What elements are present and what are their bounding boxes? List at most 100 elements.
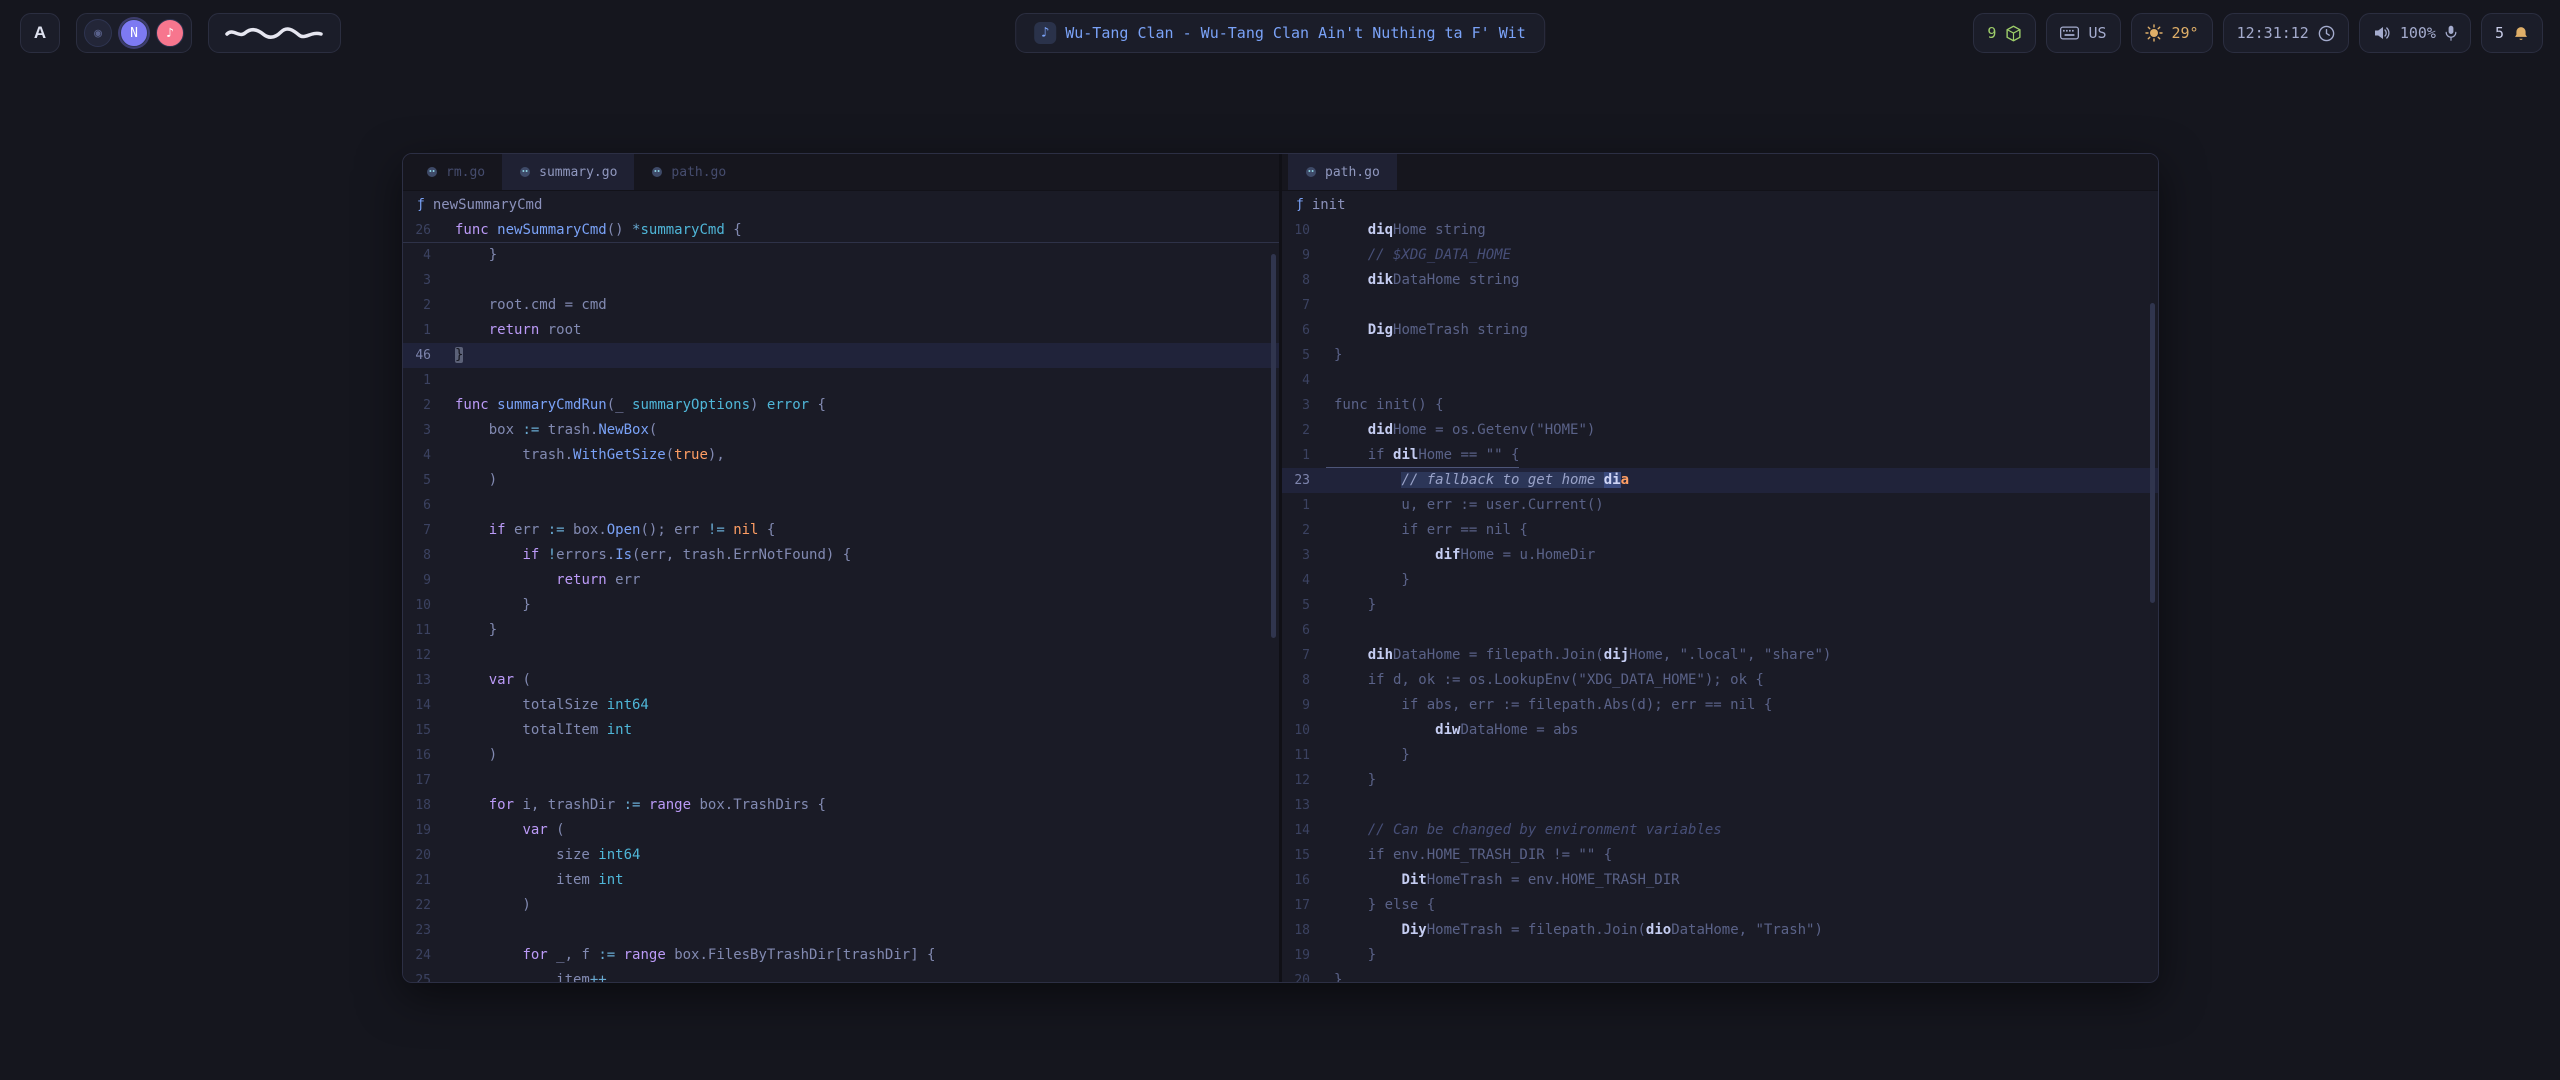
code-line[interactable]: 5 } [1282,593,2158,618]
line-number: 46 [403,343,447,368]
code-line[interactable]: 3 difHome = u.HomeDir [1282,543,2158,568]
code-line[interactable]: 20 size int64 [403,843,1279,868]
tab-summary.go[interactable]: summary.go [502,154,634,190]
workspace-2[interactable]: N [120,19,148,47]
tab-rm.go[interactable]: rm.go [409,154,502,190]
code-line[interactable]: 14 // Can be changed by environment vari… [1282,818,2158,843]
code-line[interactable]: 7 if err := box.Open(); err != nil { [403,518,1279,543]
code-line[interactable]: 20} [1282,968,2158,982]
code-line[interactable]: 8 if !errors.Is(err, trash.ErrNotFound) … [403,543,1279,568]
line-number: 8 [1282,268,1326,293]
code-line[interactable]: 6 [1282,618,2158,643]
code-line[interactable]: 1 u, err := user.Current() [1282,493,2158,518]
line-number: 15 [403,718,447,743]
code-line[interactable]: 13 var ( [403,668,1279,693]
code-line[interactable]: 26func newSummaryCmd() *summaryCmd { [403,218,1279,243]
scrollbar-right[interactable] [2150,303,2155,603]
line-number: 21 [403,868,447,893]
code-line[interactable]: 9 // $XDG_DATA_HOME [1282,243,2158,268]
code-line[interactable]: 8 if d, ok := os.LookupEnv("XDG_DATA_HOM… [1282,668,2158,693]
code-line[interactable]: 1 return root [403,318,1279,343]
code-line[interactable]: 13 [1282,793,2158,818]
code-line[interactable]: 4 [1282,368,2158,393]
code-line[interactable]: 4 } [1282,568,2158,593]
scrollbar-left[interactable] [1271,254,1276,638]
code-line[interactable]: 17 } else { [1282,893,2158,918]
code-line[interactable]: 2 didHome = os.Getenv("HOME") [1282,418,2158,443]
code-line[interactable]: 5 ) [403,468,1279,493]
line-number: 9 [403,568,447,593]
line-number: 18 [403,793,447,818]
code-line[interactable]: 2 if err == nil { [1282,518,2158,543]
updates-pill[interactable]: 9 [1973,13,2036,53]
code-line[interactable]: 5} [1282,343,2158,368]
code-line[interactable]: 6 DigHomeTrash string [1282,318,2158,343]
tab-label: rm.go [446,165,485,180]
keyboard-layout-pill[interactable]: US [2046,13,2120,53]
code-line[interactable]: 8 dikDataHome string [1282,268,2158,293]
line-number: 6 [1282,618,1326,643]
sticky-context-line: 26func newSummaryCmd() *summaryCmd { [403,218,1279,243]
code-line[interactable]: 17 [403,768,1279,793]
code-line[interactable]: 3 box := trash.NewBox( [403,418,1279,443]
code-line[interactable]: 14 totalSize int64 [403,693,1279,718]
go-file-icon [1305,166,1317,178]
code-line[interactable]: 10 } [403,593,1279,618]
code-line[interactable]: 21 item int [403,868,1279,893]
code-line[interactable]: 15 totalItem int [403,718,1279,743]
workspace-3[interactable]: ♪ [156,19,184,47]
breadcrumb-symbol: newSummaryCmd [433,197,543,213]
code-line[interactable]: 46} [403,343,1279,368]
line-number: 16 [1282,868,1326,893]
code-line[interactable]: 9 if abs, err := filepath.Abs(d); err ==… [1282,693,2158,718]
line-number: 4 [403,243,447,268]
code-line[interactable]: 24 for _, f := range box.FilesByTrashDir… [403,943,1279,968]
code-line[interactable]: 11 } [403,618,1279,643]
code-line[interactable]: 6 [403,493,1279,518]
line-number: 4 [1282,568,1326,593]
code-line[interactable]: 9 return err [403,568,1279,593]
function-icon: ƒ [1296,197,1304,212]
volume-value: 100% [2400,24,2436,42]
code-line[interactable]: 12 } [1282,768,2158,793]
code-line[interactable]: 19 var ( [403,818,1279,843]
line-number: 10 [403,593,447,618]
volume-pill[interactable]: 100% [2359,13,2471,53]
tab-bar-left: rm.go summary.gopath.go [403,154,1279,191]
code-line[interactable]: 2 root.cmd = cmd [403,293,1279,318]
code-line[interactable]: 23 // fallback to get home dia [1282,468,2158,493]
code-line[interactable]: 1 if dilHome == "" { [1282,443,2158,468]
notifications-pill[interactable]: 5 [2481,13,2543,53]
code-line[interactable]: 7 [1282,293,2158,318]
clock-pill[interactable]: 12:31:12 [2223,13,2349,53]
launcher-button[interactable]: A [20,13,60,53]
line-number: 3 [1282,543,1326,568]
active-window-title-blurred[interactable] [208,13,341,53]
code-line[interactable]: 19 } [1282,943,2158,968]
code-line[interactable]: 12 [403,643,1279,668]
now-playing-widget[interactable]: ♪ Wu-Tang Clan - Wu-Tang Clan Ain't Nuth… [1015,13,1545,53]
code-line[interactable]: 18 for i, trashDir := range box.TrashDir… [403,793,1279,818]
tab-path.go[interactable]: path.go [1288,154,1397,190]
code-line[interactable]: 16 ) [403,743,1279,768]
weather-pill[interactable]: 29° [2131,13,2213,53]
now-playing-title: Wu-Tang Clan - Wu-Tang Clan Ain't Nuthin… [1065,24,1526,42]
code-line[interactable]: 11 } [1282,743,2158,768]
code-line[interactable]: 4 } [403,243,1279,268]
code-line[interactable]: 1 [403,368,1279,393]
code-line[interactable]: 10 diwDataHome = abs [1282,718,2158,743]
code-line[interactable]: 2func summaryCmdRun(_ summaryOptions) er… [403,393,1279,418]
code-line[interactable]: 3 [403,268,1279,293]
code-line[interactable]: 25 item++ [403,968,1279,982]
code-line[interactable]: 4 trash.WithGetSize(true), [403,443,1279,468]
code-line[interactable]: 18 DiyHomeTrash = filepath.Join(dioDataH… [1282,918,2158,943]
tab-path.go[interactable]: path.go [634,154,743,190]
code-line[interactable]: 23 [403,918,1279,943]
code-line[interactable]: 15 if env.HOME_TRASH_DIR != "" { [1282,843,2158,868]
code-line[interactable]: 7 dihDataHome = filepath.Join(dijHome, "… [1282,643,2158,668]
code-line[interactable]: 10 diqHome string [1282,218,2158,243]
code-line[interactable]: 3func init() { [1282,393,2158,418]
code-line[interactable]: 16 DitHomeTrash = env.HOME_TRASH_DIR [1282,868,2158,893]
code-line[interactable]: 22 ) [403,893,1279,918]
workspace-1[interactable]: ◉ [84,19,112,47]
